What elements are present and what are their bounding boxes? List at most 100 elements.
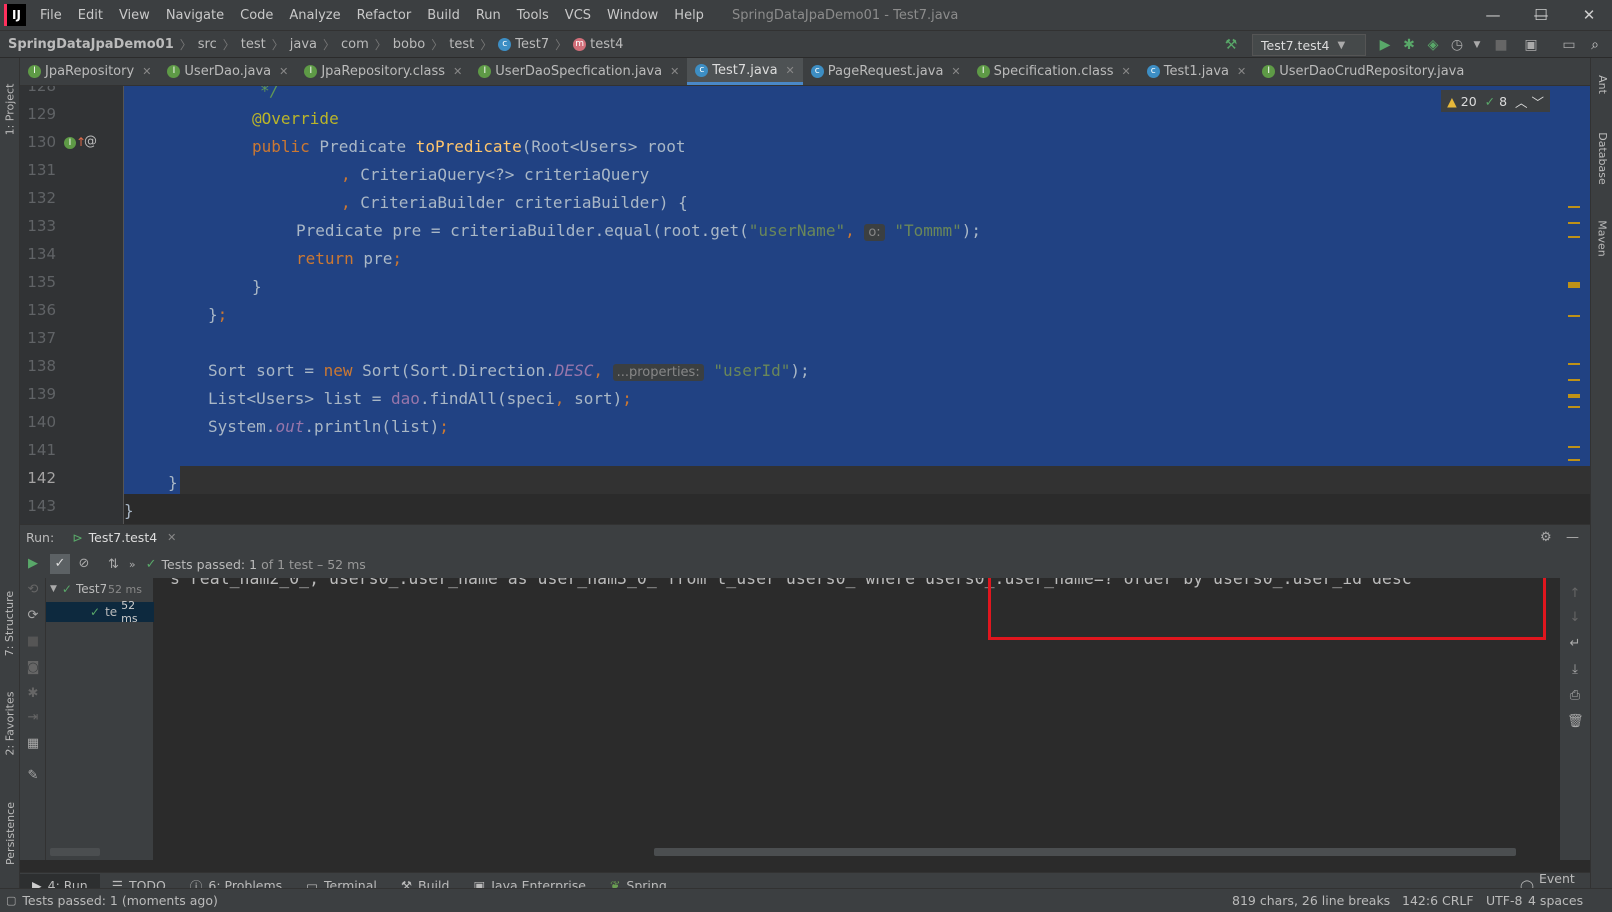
menu-edit[interactable]: Edit bbox=[70, 8, 111, 23]
breadcrumb-src[interactable]: src bbox=[198, 37, 217, 52]
tool-tab-project[interactable]: 1: Project bbox=[0, 64, 20, 154]
soft-wrap-icon[interactable]: ↵ bbox=[1567, 636, 1583, 652]
exit-icon[interactable]: ⇥ bbox=[25, 710, 41, 726]
annotation-at-icon[interactable]: @ bbox=[84, 134, 97, 149]
menu-window[interactable]: Window bbox=[599, 8, 666, 23]
chevron-up-icon[interactable]: ︿ bbox=[1515, 92, 1528, 111]
hide-panel-icon[interactable]: — bbox=[1566, 530, 1579, 545]
debug-icon[interactable]: ✱ bbox=[25, 686, 41, 702]
layout-icon[interactable]: ▦ bbox=[25, 736, 41, 752]
tab-userdao[interactable]: I UserDao.java ✕ bbox=[159, 58, 296, 85]
arrow-up-icon[interactable]: ↑ bbox=[1567, 586, 1583, 602]
toggle-auto-test-icon[interactable]: ⟳ bbox=[25, 608, 41, 624]
menu-tools[interactable]: Tools bbox=[509, 8, 557, 23]
breadcrumb-test-package[interactable]: test bbox=[449, 37, 474, 52]
tab-userdaocrudrepository[interactable]: I UserDaoCrudRepository.java bbox=[1254, 58, 1472, 85]
tool-tab-ant[interactable]: Ant bbox=[1591, 64, 1612, 104]
hammer-build-icon[interactable]: ⚒ bbox=[1220, 34, 1242, 56]
tab-jparepository-class[interactable]: I JpaRepository.class ✕ bbox=[296, 58, 470, 85]
menu-navigate[interactable]: Navigate bbox=[158, 8, 232, 23]
test-tree-root[interactable]: ▼ ✓ Test7 52 ms bbox=[50, 582, 154, 596]
show-ignored-icon[interactable]: ⊘ bbox=[74, 554, 94, 574]
menu-file[interactable]: File bbox=[32, 8, 70, 23]
breadcrumb-project[interactable]: SpringDataJpaDemo01 bbox=[8, 37, 174, 52]
tool-tab-persistence[interactable]: Persistence bbox=[0, 788, 20, 878]
scroll-to-end-icon[interactable]: ⤓ bbox=[1567, 662, 1583, 678]
profile-icon[interactable]: ◷ bbox=[1446, 34, 1468, 56]
project-structure-icon[interactable]: ▣ bbox=[1520, 34, 1542, 56]
tab-specification[interactable]: I Specification.class ✕ bbox=[969, 58, 1139, 85]
tab-test1[interactable]: c Test1.java ✕ bbox=[1139, 58, 1254, 85]
sort-icon[interactable]: ⇅ bbox=[108, 557, 119, 572]
arrow-down-icon[interactable]: ↓ bbox=[1567, 610, 1583, 626]
status-message[interactable]: Tests passed: 1 (moments ago) bbox=[22, 893, 217, 908]
status-toggle-icon[interactable]: ▢ bbox=[6, 894, 16, 907]
breadcrumb-test[interactable]: test bbox=[241, 37, 266, 52]
pin-icon[interactable]: ✎ bbox=[25, 768, 41, 784]
close-icon[interactable]: ✕ bbox=[786, 64, 795, 77]
rerun-failed-icon[interactable]: ⟲ bbox=[25, 582, 41, 598]
status-line-separator[interactable]: CRLF bbox=[1442, 893, 1474, 908]
menu-code[interactable]: Code bbox=[232, 8, 281, 23]
menu-view[interactable]: View bbox=[111, 8, 158, 23]
run-icon[interactable]: ▶ bbox=[1374, 34, 1396, 56]
layout-icon[interactable]: ▭ bbox=[1558, 34, 1580, 56]
chevron-down-icon[interactable]: ﹀ bbox=[1531, 92, 1544, 111]
menu-help[interactable]: Help bbox=[666, 8, 712, 23]
tool-tab-database[interactable]: Database bbox=[1591, 118, 1612, 198]
implements-method-icon[interactable]: I bbox=[64, 137, 76, 149]
menu-refactor[interactable]: Refactor bbox=[349, 8, 420, 23]
chevron-down-icon[interactable]: ▼ bbox=[50, 584, 57, 594]
tab-test7[interactable]: c Test7.java ✕ bbox=[687, 58, 803, 85]
tool-tab-structure[interactable]: 7: Structure bbox=[0, 578, 20, 668]
tab-pagerequest[interactable]: c PageRequest.java ✕ bbox=[803, 58, 969, 85]
run-tab[interactable]: ⊳ Test7.test4 ✕ bbox=[72, 530, 176, 545]
tree-scrollbar[interactable] bbox=[50, 848, 100, 856]
horizontal-scrollbar[interactable] bbox=[654, 848, 1516, 856]
chevron-down-icon[interactable]: ▼ bbox=[1466, 34, 1488, 56]
minimize-button[interactable]: — bbox=[1470, 0, 1516, 30]
tab-userdaospecfication[interactable]: I UserDaoSpecfication.java ✕ bbox=[470, 58, 687, 85]
breadcrumb-java[interactable]: java bbox=[290, 37, 317, 52]
more-icon[interactable]: » bbox=[129, 558, 136, 571]
tab-jparepository[interactable]: I JpaRepository ✕ bbox=[20, 58, 159, 85]
trash-icon[interactable]: 🗑 bbox=[1567, 714, 1584, 730]
status-caret-position[interactable]: 142:6 bbox=[1402, 893, 1438, 908]
status-char-count[interactable]: 819 chars, 26 line breaks bbox=[1232, 893, 1390, 908]
print-icon[interactable]: ⎙ bbox=[1567, 688, 1583, 704]
status-encoding[interactable]: UTF-8 bbox=[1486, 893, 1522, 908]
close-icon[interactable]: ✕ bbox=[951, 65, 960, 78]
camera-icon[interactable]: ◙ bbox=[25, 660, 41, 676]
stop-icon[interactable]: ■ bbox=[25, 634, 41, 650]
close-icon[interactable]: ✕ bbox=[1237, 65, 1246, 78]
menu-vcs[interactable]: VCS bbox=[557, 8, 599, 23]
close-icon[interactable]: ✕ bbox=[142, 65, 151, 78]
breadcrumb-class[interactable]: c Test7 bbox=[498, 37, 549, 52]
code-editor[interactable]: 128 129 130 131 132 133 134 135 136 137 … bbox=[20, 86, 1590, 524]
tool-tab-maven[interactable]: Maven bbox=[1591, 208, 1612, 268]
close-icon[interactable]: ✕ bbox=[167, 531, 176, 544]
menu-build[interactable]: Build bbox=[419, 8, 468, 23]
rerun-icon[interactable]: ▶ bbox=[25, 556, 41, 572]
close-icon[interactable]: ✕ bbox=[453, 65, 462, 78]
code-area[interactable]: */ @Override public Predicate toPredicat… bbox=[124, 86, 1590, 524]
coverage-icon[interactable]: ◈ bbox=[1422, 34, 1444, 56]
menu-analyze[interactable]: Analyze bbox=[281, 8, 348, 23]
status-indent[interactable]: 4 spaces bbox=[1528, 893, 1583, 908]
breadcrumb-bobo[interactable]: bobo bbox=[393, 37, 425, 52]
maximize-button[interactable]: ☐ bbox=[1518, 0, 1564, 30]
breadcrumb-com[interactable]: com bbox=[341, 37, 369, 52]
show-passed-icon[interactable]: ✓ bbox=[50, 554, 70, 574]
breadcrumb-method[interactable]: m test4 bbox=[573, 37, 623, 52]
test-tree-method[interactable]: ✓ te 52 ms bbox=[46, 599, 154, 625]
close-icon[interactable]: ✕ bbox=[670, 65, 679, 78]
tool-tab-favorites[interactable]: 2: Favorites bbox=[0, 668, 20, 778]
close-icon[interactable]: ✕ bbox=[279, 65, 288, 78]
close-icon[interactable]: ✕ bbox=[1122, 65, 1131, 78]
console-output[interactable]: s real_nam2_0_, users0_.user_name as use… bbox=[154, 578, 1560, 860]
search-icon[interactable]: ⌕ bbox=[1584, 34, 1606, 56]
menu-run[interactable]: Run bbox=[468, 8, 509, 23]
inspection-widget[interactable]: ▲ 20 ✓ 8 ︿ ﹀ bbox=[1441, 90, 1550, 112]
close-window-button[interactable]: ✕ bbox=[1566, 0, 1612, 30]
stop-icon[interactable]: ■ bbox=[1490, 34, 1512, 56]
